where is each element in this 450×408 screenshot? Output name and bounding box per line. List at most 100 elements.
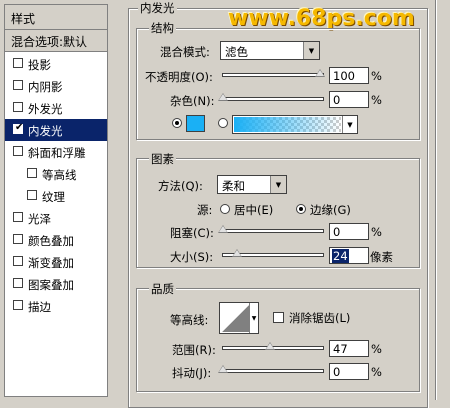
style-item-drop-shadow[interactable]: 投影 (5, 53, 107, 75)
blending-options-item[interactable]: 混合选项:默认 (5, 30, 107, 52)
technique-value: 柔和 (222, 179, 245, 193)
style-item-label: 纹理 (42, 190, 65, 204)
outer-glow-checkbox[interactable] (13, 102, 23, 112)
style-item-label: 外发光 (28, 102, 63, 116)
size-input[interactable]: 24 (329, 247, 369, 264)
style-item-gradient-overlay[interactable]: 渐变叠加 (5, 251, 107, 273)
jitter-slider-thumb[interactable] (218, 365, 228, 373)
inner-shadow-checkbox[interactable] (13, 80, 23, 90)
choke-value: 0 (333, 225, 341, 239)
source-edge-radio[interactable] (296, 204, 306, 214)
contour-picker[interactable]: ▼ (219, 302, 259, 334)
jitter-label: 抖动(J): (172, 366, 212, 380)
range-slider-thumb[interactable] (265, 342, 275, 350)
styles-header-label: 样式 (11, 12, 36, 26)
range-value: 47 (333, 342, 348, 356)
blend-mode-select[interactable]: 滤色 ▼ (220, 41, 320, 60)
chevron-down-icon[interactable]: ▼ (249, 303, 258, 333)
structure-title: 结构 (149, 20, 176, 36)
style-item-pattern-overlay[interactable]: 图案叠加 (5, 273, 107, 295)
style-item-label: 斜面和浮雕 (28, 146, 86, 160)
blend-mode-label: 混合模式: (160, 45, 210, 59)
opacity-value: 100 (333, 69, 355, 83)
jitter-value: 0 (333, 365, 341, 379)
contour-checkbox[interactable] (27, 168, 37, 178)
satin-checkbox[interactable] (13, 212, 23, 222)
anti-alias-label: 消除锯齿(L) (289, 311, 351, 325)
size-slider-thumb[interactable] (232, 249, 242, 257)
style-item-label: 内发光 (28, 124, 63, 138)
anti-alias-checkbox[interactable] (273, 312, 284, 323)
style-item-label: 等高线 (42, 168, 77, 182)
range-unit: % (371, 342, 382, 356)
range-input[interactable]: 47 (329, 340, 369, 357)
noise-slider-thumb[interactable] (218, 93, 228, 101)
range-label: 范围(R): (172, 343, 216, 357)
contour-preview-icon (222, 304, 250, 332)
styles-header[interactable]: 样式 (5, 5, 107, 30)
choke-label: 阻塞(C): (170, 226, 214, 240)
technique-select[interactable]: 柔和 ▼ (217, 175, 287, 194)
glow-color-swatch[interactable] (186, 115, 205, 132)
stroke-checkbox[interactable] (13, 300, 23, 310)
inner-glow-title: 内发光 (138, 0, 177, 16)
noise-slider[interactable] (222, 97, 324, 101)
style-item-texture[interactable]: 纹理 (5, 185, 107, 207)
contour-label: 等高线: (170, 313, 209, 327)
style-item-label: 颜色叠加 (28, 234, 74, 248)
opacity-unit: % (371, 69, 382, 83)
style-item-color-overlay[interactable]: 颜色叠加 (5, 229, 107, 251)
style-item-contour[interactable]: 等高线 (5, 163, 107, 185)
gradient-picker[interactable]: ▼ (232, 115, 358, 134)
noise-label: 杂色(N): (170, 94, 215, 108)
size-value: 24 (332, 249, 349, 263)
gradient-mode-radio[interactable] (218, 118, 228, 128)
style-item-bevel-emboss[interactable]: 斜面和浮雕 (5, 141, 107, 163)
opacity-input[interactable]: 100 (329, 67, 369, 84)
chevron-down-icon[interactable]: ▼ (342, 116, 357, 133)
style-item-label: 光泽 (28, 212, 51, 226)
elements-title: 图素 (149, 151, 176, 167)
style-item-outer-glow[interactable]: 外发光 (5, 97, 107, 119)
noise-input[interactable]: 0 (329, 91, 369, 108)
panel-divider (436, 0, 437, 400)
style-item-label: 图案叠加 (28, 278, 74, 292)
source-center-label: 居中(E) (234, 203, 274, 217)
opacity-slider-thumb[interactable] (315, 69, 325, 77)
checkmark-icon: ✔ (15, 122, 24, 133)
pattern-overlay-checkbox[interactable] (13, 278, 23, 288)
opacity-label: 不透明度(O): (145, 70, 213, 84)
drop-shadow-checkbox[interactable] (13, 58, 23, 68)
jitter-slider[interactable] (222, 369, 324, 373)
noise-unit: % (371, 93, 382, 107)
source-center-radio[interactable] (220, 204, 230, 214)
inner-glow-checkbox[interactable]: ✔ (13, 122, 24, 134)
choke-slider-thumb[interactable] (218, 225, 228, 233)
styles-list: 样式 混合选项:默认 投影 内阴影 外发光 ✔ 内发光 斜面和浮雕 等高线 纹理… (4, 4, 108, 397)
style-item-label: 投影 (28, 58, 51, 72)
style-item-stroke[interactable]: 描边 (5, 295, 107, 317)
style-item-inner-glow[interactable]: ✔ 内发光 (5, 119, 107, 141)
choke-input[interactable]: 0 (329, 223, 369, 240)
jitter-input[interactable]: 0 (329, 363, 369, 380)
chevron-down-icon[interactable]: ▼ (270, 176, 286, 193)
gradient-overlay-checkbox[interactable] (13, 256, 23, 266)
source-edge-label: 边缘(G) (310, 203, 351, 217)
size-unit: 像素 (370, 250, 393, 264)
chevron-down-icon[interactable]: ▼ (303, 42, 319, 59)
color-overlay-checkbox[interactable] (13, 234, 23, 244)
source-label: 源: (197, 203, 213, 217)
blend-mode-value: 滤色 (225, 45, 248, 59)
bevel-emboss-checkbox[interactable] (13, 146, 23, 156)
jitter-unit: % (371, 365, 382, 379)
color-mode-radio[interactable] (172, 118, 182, 128)
choke-unit: % (371, 225, 382, 239)
quality-title: 品质 (149, 281, 176, 297)
blending-options-label: 混合选项:默认 (11, 35, 88, 49)
texture-checkbox[interactable] (27, 190, 37, 200)
choke-slider[interactable] (222, 229, 324, 233)
gradient-preview (234, 117, 341, 132)
style-item-inner-shadow[interactable]: 内阴影 (5, 75, 107, 97)
opacity-slider[interactable] (222, 73, 324, 77)
style-item-satin[interactable]: 光泽 (5, 207, 107, 229)
